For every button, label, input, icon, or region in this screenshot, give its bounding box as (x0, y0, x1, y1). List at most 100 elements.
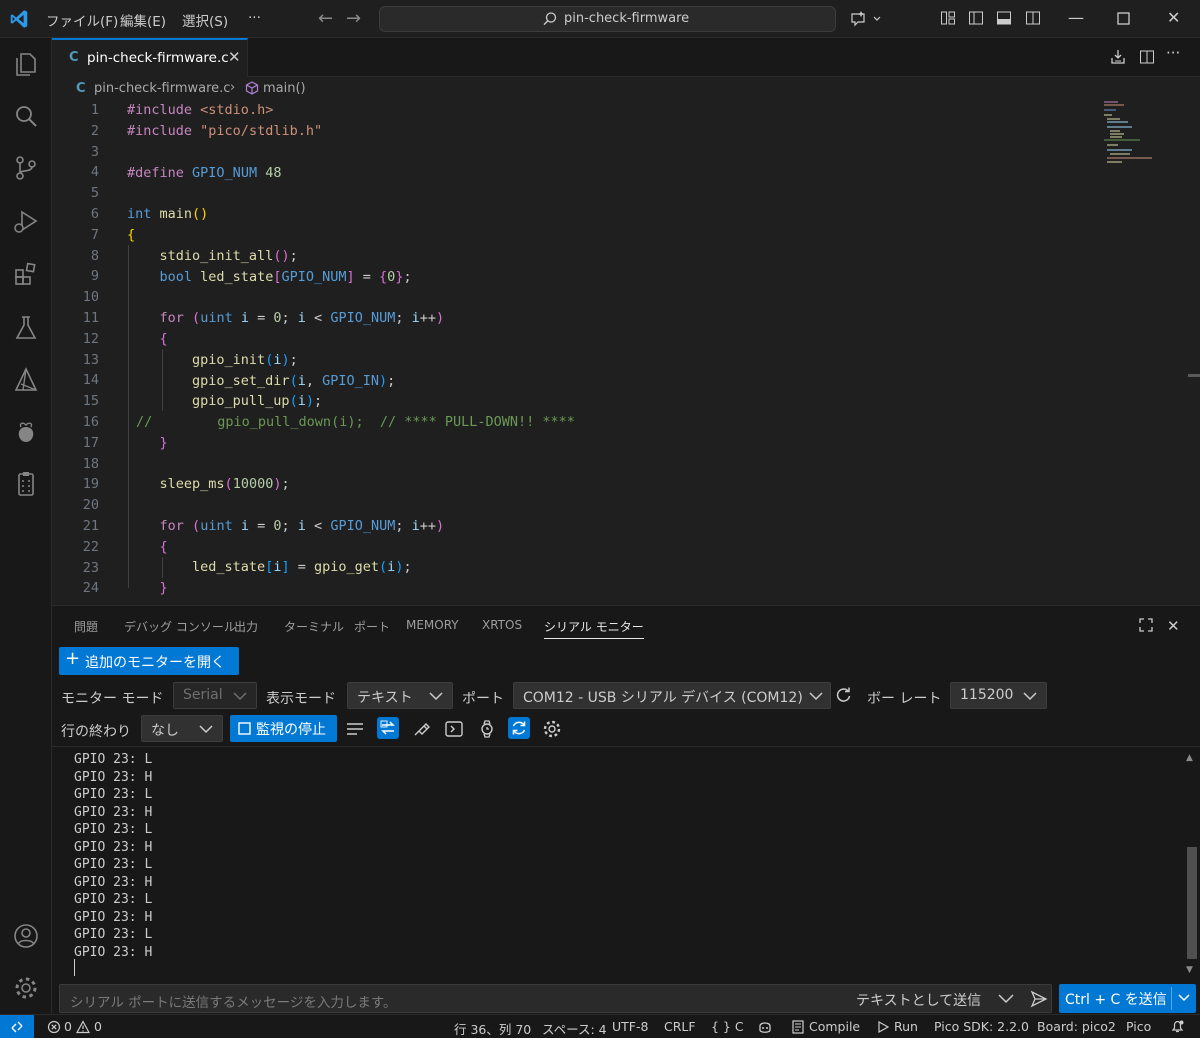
settings-gear-icon[interactable] (12, 974, 40, 1002)
send-mode-select[interactable]: テキストとして送信 (856, 990, 981, 1010)
forward-arrow-icon[interactable]: → (346, 8, 361, 29)
remote-indicator[interactable] (0, 1015, 34, 1038)
view-mode-select[interactable]: テキスト (347, 682, 453, 709)
encoding[interactable]: UTF-8 (612, 1019, 648, 1034)
end-of-line[interactable]: CRLF (664, 1019, 696, 1034)
testing-flask-icon[interactable] (12, 314, 40, 342)
copilot-icon[interactable] (757, 1019, 773, 1035)
auto-reconnect-button[interactable] (508, 717, 530, 739)
pico-sdk-version[interactable]: Pico SDK: 2.2.0 (934, 1019, 1029, 1034)
panel-tab-debug-console[interactable]: デバッグ コンソール (124, 618, 236, 635)
clear-output-icon[interactable] (410, 718, 432, 740)
swap-arrows-icon (380, 720, 395, 735)
send-arrow-icon[interactable] (1030, 990, 1048, 1008)
close-panel-icon[interactable]: ✕ (1167, 617, 1180, 635)
toggle-secondary-sidebar-icon[interactable] (1025, 10, 1041, 26)
breadcrumb-symbol[interactable]: main() (263, 81, 306, 96)
menu-selection[interactable]: 選択(S) (182, 10, 228, 30)
port-select[interactable]: COM12 - USB シリアル デバイス (COM12) (513, 682, 831, 709)
open-changes-icon[interactable] (1110, 49, 1126, 65)
toggle-primary-sidebar-icon[interactable] (968, 10, 984, 26)
line-ending-select[interactable]: なし (141, 715, 223, 742)
compile-button[interactable]: Compile (809, 1019, 860, 1034)
command-center-search[interactable]: pin-check-firmware (379, 6, 836, 32)
baud-rate-select[interactable]: 115200 (950, 682, 1047, 709)
panel-tab-terminal[interactable]: ターミナル (284, 618, 344, 635)
editor-tab-active[interactable]: C pin-check-firmware.c ✕ (52, 38, 248, 77)
toggle-timestamp-button[interactable] (377, 717, 399, 739)
code-line-1: #include <stdio.h> (127, 102, 274, 118)
serial-output-scrollbar[interactable] (1187, 847, 1197, 959)
sync-icon (512, 721, 526, 735)
menu-file[interactable]: ファイル(F) (46, 10, 118, 30)
stop-monitoring-button[interactable]: 監視の停止 (230, 715, 337, 742)
split-editor-icon[interactable] (1139, 49, 1155, 65)
menu-more[interactable]: ··· (248, 10, 261, 26)
accounts-icon[interactable] (12, 922, 40, 950)
line-number: 17 (82, 434, 99, 451)
monitor-settings-gear-icon[interactable] (541, 718, 563, 740)
terminal-mode-icon[interactable] (443, 718, 465, 740)
editor-scrollbar[interactable] (1188, 374, 1200, 377)
refresh-ports-icon[interactable] (835, 687, 852, 704)
scroll-down-icon[interactable]: ▼ (1186, 965, 1193, 975)
explorer-icon[interactable] (12, 50, 40, 78)
line-number: 16 (82, 414, 99, 430)
menu-edit[interactable]: 編集(E) (120, 10, 166, 30)
run-and-debug-icon[interactable] (12, 208, 40, 236)
toggle-panel-icon[interactable] (996, 10, 1012, 26)
word-wrap-icon[interactable] (344, 718, 366, 740)
back-arrow-icon[interactable]: ← (318, 8, 333, 29)
send-message-input[interactable]: シリアル ポートに送信するメッセージを入力します。 テキストとして送信 (59, 984, 1052, 1013)
source-control-icon[interactable] (12, 154, 40, 182)
maximize-panel-icon[interactable] (1139, 618, 1153, 632)
breadcrumb-file[interactable]: pin-check-firmware.c (94, 81, 230, 96)
serial-line: GPIO 23: H (74, 804, 153, 820)
scroll-up-icon[interactable]: ▲ (1186, 753, 1193, 763)
minimize-icon[interactable]: — (1068, 8, 1084, 27)
panel-tab-xrtos[interactable]: XRTOS (482, 618, 522, 632)
language-mode[interactable]: { } C (711, 1019, 744, 1034)
warning-count[interactable]: 0 (94, 1019, 102, 1034)
board-selector[interactable]: Board: pico2 (1037, 1019, 1116, 1034)
cmake-icon[interactable] (12, 366, 40, 394)
customize-layout-icon[interactable] (940, 10, 956, 26)
close-window-icon[interactable]: ✕ (1167, 8, 1180, 27)
raspberry-pi-pico-icon[interactable] (12, 418, 40, 446)
more-actions-icon[interactable]: ··· (1166, 44, 1180, 62)
chevron-down-icon[interactable] (997, 992, 1015, 1006)
send-ctrl-c-button[interactable]: Ctrl + C を送信 (1059, 984, 1196, 1013)
panel-tab-serial-monitor[interactable]: シリアル モニター (544, 618, 644, 639)
baud-rate-label: ボー レート (867, 691, 942, 707)
code-editor[interactable]: 1 2 3 4 5 6 7 8 9 10 11 12 13 14 15 16 17 18 19 20 21 22 23 24 … (52, 100, 1200, 605)
notifications-bell-icon[interactable] (1170, 1019, 1185, 1034)
panel-tab-memory[interactable]: MEMORY (406, 618, 459, 632)
extensions-icon[interactable] (12, 260, 40, 288)
serial-output[interactable]: GPIO 23: L GPIO 23: H GPIO 23: L GPIO 23: H… (52, 746, 1200, 978)
line-ending-label: 行の終わり (61, 724, 131, 740)
chevron-down-icon[interactable] (1177, 991, 1191, 1005)
pico-indicator[interactable]: Pico (1126, 1019, 1151, 1034)
command-center-text: pin-check-firmware (564, 11, 690, 26)
indentation[interactable]: スペース: 4 (542, 1019, 607, 1038)
open-additional-monitor-button[interactable]: + 追加のモニターを開く (59, 647, 239, 675)
error-count[interactable]: 0 (64, 1019, 72, 1034)
line-number: 10 (82, 289, 99, 306)
close-tab-icon[interactable]: ✕ (228, 48, 241, 66)
monitor-mode-select[interactable]: Serial (173, 682, 257, 709)
panel-tab-problems[interactable]: 問題 (74, 618, 98, 635)
maximize-icon[interactable] (1117, 12, 1130, 25)
serial-monitor-icon[interactable] (12, 470, 40, 498)
code-line-14: gpio_set_dir(i, GPIO_IN); (192, 373, 396, 389)
line-number: 4 (90, 164, 99, 181)
breadcrumb-chevron-icon: › (230, 80, 236, 95)
run-button[interactable]: Run (894, 1019, 918, 1034)
line-number: 3 (90, 143, 99, 160)
minimap[interactable] (1102, 100, 1182, 170)
watch-icon[interactable] (476, 718, 498, 740)
copilot-chat-icon[interactable] (850, 10, 884, 28)
search-view-icon[interactable] (12, 102, 40, 130)
panel-tab-output[interactable]: 出力 (234, 618, 258, 635)
cursor-position[interactable]: 行 36、列 70 (454, 1019, 531, 1038)
panel-tab-ports[interactable]: ポート (354, 618, 390, 635)
